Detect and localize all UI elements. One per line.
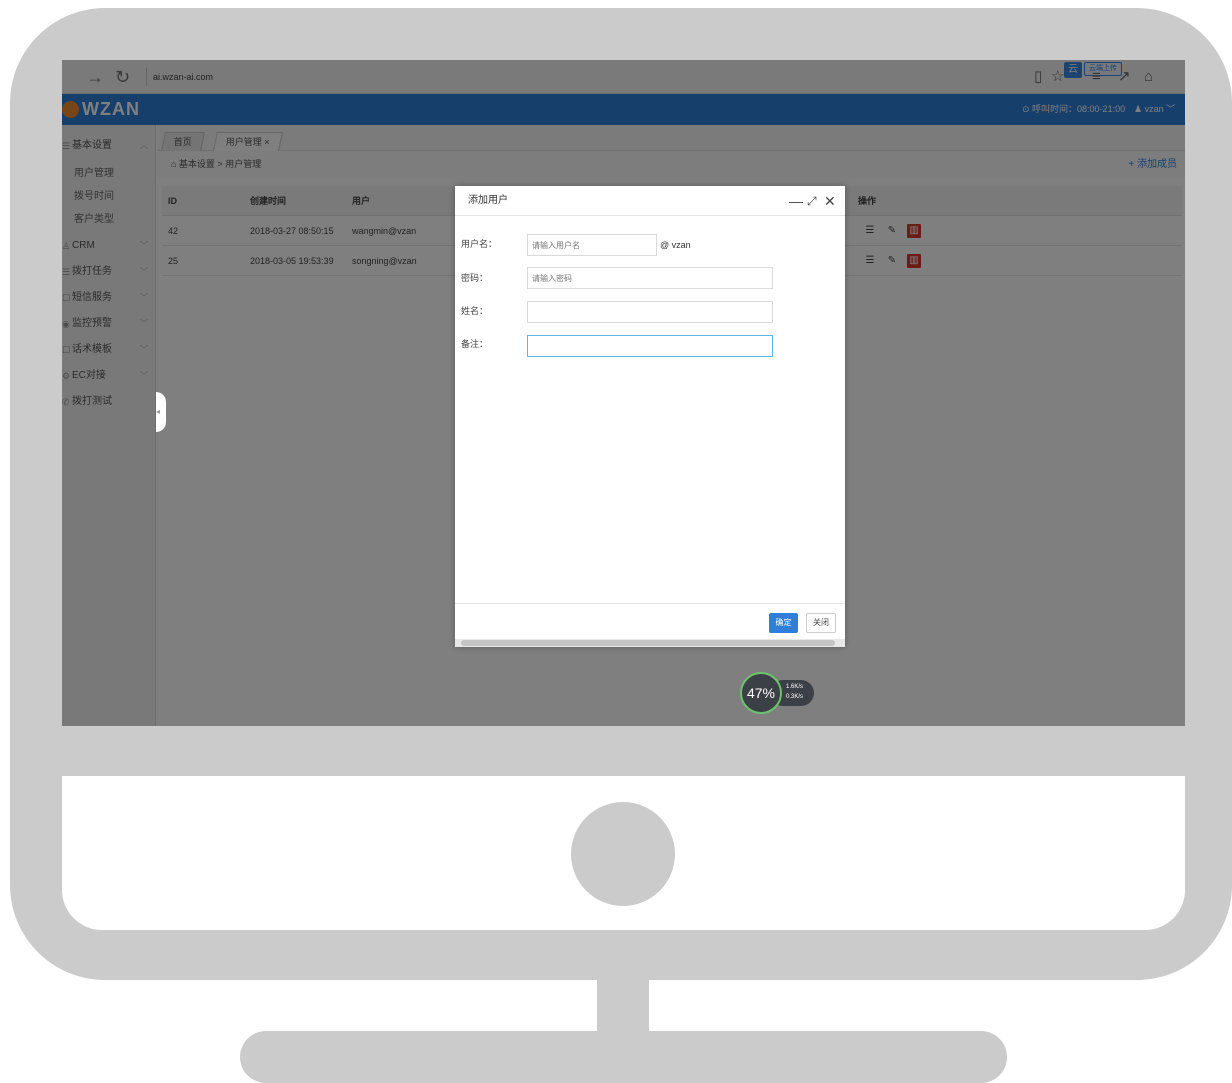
close-icon[interactable]: ✕ <box>824 186 836 216</box>
scrollbar-thumb[interactable] <box>461 640 835 646</box>
username-input[interactable] <box>527 234 657 256</box>
power-button-icon <box>571 802 675 906</box>
close-button[interactable]: 关闭 <box>806 613 836 633</box>
upload-speed: 1.6K/s <box>786 684 804 690</box>
username-label: 用户名： <box>461 239 498 249</box>
minimize-icon[interactable]: — <box>789 186 803 216</box>
name-label: 姓名： <box>461 306 489 316</box>
password-label: 密码： <box>461 273 489 283</box>
remark-label: 备注： <box>461 339 489 349</box>
download-speed: 0.3K/s <box>786 694 804 700</box>
dialog-footer-divider <box>455 603 845 604</box>
network-speed-widget[interactable]: 1.6K/s 0.3K/s 47% <box>740 672 815 714</box>
dialog-title: 添加用户 <box>468 195 508 206</box>
add-user-dialog: 添加用户 — ⤢ ✕ 用户名： @ vzan 密码： 姓名： 备注： 确定 关闭 <box>455 186 845 647</box>
monitor-neck <box>597 978 649 1032</box>
name-input[interactable] <box>527 301 773 323</box>
speed-percent: 47% <box>740 672 782 714</box>
dialog-scrollbar[interactable] <box>455 639 845 647</box>
username-suffix: @ vzan <box>660 240 691 250</box>
remark-input[interactable] <box>527 335 773 357</box>
sidebar-collapse-handle[interactable]: ◂ <box>156 392 166 432</box>
maximize-icon[interactable]: ⤢ <box>807 186 817 216</box>
dialog-title-bar: 添加用户 — ⤢ ✕ <box>455 186 845 216</box>
confirm-button[interactable]: 确定 <box>769 613 798 633</box>
password-input[interactable] <box>527 267 773 289</box>
screen: → ↻ ai.wzan-ai.com ▯ ☆ 云 云端上传 ≡ ↗ ⌂ WZAN… <box>62 60 1185 726</box>
monitor-base <box>240 1031 1007 1083</box>
